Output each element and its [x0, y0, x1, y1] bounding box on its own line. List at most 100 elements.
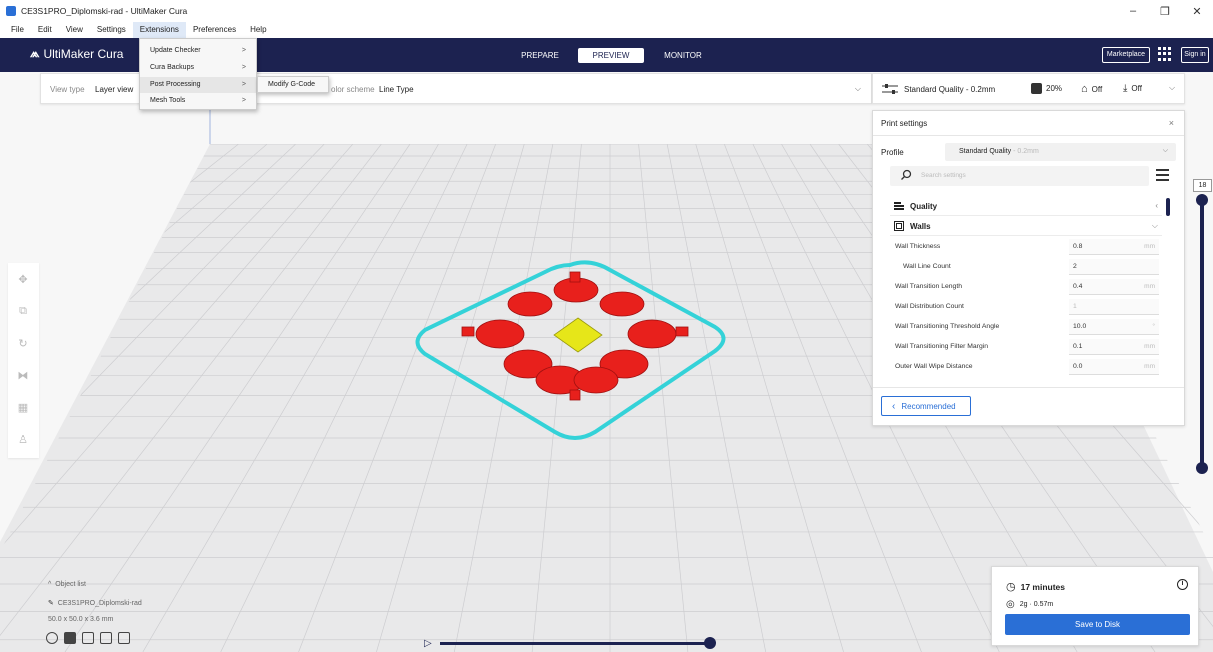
settings-visibility-menu-icon[interactable]	[1156, 169, 1169, 181]
tab-preview[interactable]: PREVIEW	[578, 48, 644, 63]
print-settings-title: Print settings	[881, 119, 928, 128]
category-walls[interactable]: Walls ⌵	[890, 217, 1162, 236]
setting-value-field[interactable]: 0.0 mm	[1069, 359, 1159, 375]
chevron-right-icon: >	[241, 81, 246, 88]
setting-name: Wall Distribution Count	[895, 303, 964, 310]
object-name-row[interactable]: ✎ CE3S1PRO_Diplomski-rad	[48, 599, 142, 607]
layer-slider-track[interactable]	[1200, 202, 1204, 467]
setting-name: Wall Thickness	[895, 243, 941, 250]
menu-item-post-processing[interactable]: Post Processing >	[140, 77, 256, 93]
save-to-disk-button[interactable]: Save to Disk	[1005, 614, 1190, 635]
chevron-right-icon: >	[241, 64, 246, 71]
category-label: Quality	[910, 202, 938, 211]
setting-row: Wall Transitioning Threshold Angle 10.0 °	[895, 317, 1161, 337]
adhesion-icon: ⤓	[1123, 83, 1128, 94]
infill-value: 20%	[1046, 84, 1063, 93]
marketplace-button[interactable]: Marketplace	[1102, 47, 1150, 63]
move-tool-icon[interactable]: ✥	[15, 271, 31, 287]
info-icon[interactable]: i	[1177, 579, 1188, 590]
category-quality[interactable]: Quality ‹	[890, 197, 1162, 216]
tool-panel: ✥ ⧉ ↻ ⧓ ▦ ♙	[8, 263, 39, 458]
menu-item-mesh-tools[interactable]: Mesh Tools >	[140, 93, 256, 109]
setting-value-field[interactable]: 0.8 mm	[1069, 239, 1159, 255]
close-window-button[interactable]: ✕	[1181, 0, 1213, 22]
current-layer-field[interactable]: 18	[1193, 179, 1212, 192]
path-slider-track[interactable]	[440, 642, 710, 645]
rotate-tool-icon[interactable]: ↻	[15, 335, 31, 351]
chevron-left-icon: ‹	[1155, 201, 1158, 210]
category-label: Walls	[910, 222, 931, 231]
right-view-icon[interactable]	[118, 632, 130, 644]
left-view-icon[interactable]	[100, 632, 112, 644]
menu-extensions[interactable]: Extensions	[132, 22, 186, 38]
color-scheme-label: olor scheme	[331, 85, 375, 94]
support-blocker-icon[interactable]: ♙	[15, 431, 31, 447]
tab-prepare[interactable]: PREPARE	[520, 48, 560, 63]
print-setup-bar[interactable]: Standard Quality - 0.2mm 20% ⌂ Off ⤓ Off…	[872, 73, 1185, 104]
object-name: CE3S1PRO_Diplomski-rad	[57, 600, 142, 607]
object-list-toggle[interactable]: ^ Object list	[48, 581, 86, 588]
apps-grid-icon[interactable]	[1158, 47, 1172, 61]
mirror-tool-icon[interactable]: ⧓	[15, 367, 31, 383]
cura-app-icon	[6, 6, 16, 16]
chevron-down-icon[interactable]: ⌵	[1169, 83, 1175, 93]
chevron-down-icon[interactable]: ⌵	[855, 84, 861, 94]
setting-value-field[interactable]: 0.4 mm	[1069, 279, 1159, 295]
menu-preferences[interactable]: Preferences	[186, 22, 243, 38]
maximize-button[interactable]: ❐	[1149, 0, 1181, 22]
minimize-button[interactable]: –	[1117, 0, 1149, 22]
menu-item-label: Update Checker	[150, 47, 201, 54]
close-icon[interactable]: ×	[1169, 118, 1174, 128]
color-scheme-select[interactable]: Line Type	[379, 85, 414, 94]
profile-select[interactable]: Standard Quality - 0.2mm ⌵	[945, 143, 1176, 161]
menu-item-label: Post Processing	[150, 81, 201, 88]
window-title: CE3S1PRO_Diplomski-rad - UltiMaker Cura	[21, 6, 188, 16]
scale-tool-icon[interactable]: ⧉	[15, 303, 31, 319]
material-usage: 2g · 0.57m	[1019, 601, 1054, 608]
front-view-icon[interactable]	[64, 632, 76, 644]
setting-unit: mm	[1144, 343, 1155, 350]
divider	[873, 387, 1184, 388]
setting-value-field[interactable]: 2	[1069, 259, 1159, 275]
recommended-mode-button[interactable]: ‹ Recommended	[881, 396, 971, 416]
view-type-select[interactable]: Layer view	[95, 85, 133, 94]
setting-value-field[interactable]: 1	[1069, 299, 1159, 315]
setting-value: 2	[1073, 263, 1077, 270]
path-slider-handle[interactable]	[704, 637, 716, 649]
chevron-right-icon: >	[241, 47, 246, 54]
camera-view-buttons	[46, 632, 130, 644]
setting-unit: mm	[1144, 243, 1155, 250]
tab-monitor[interactable]: MONITOR	[660, 48, 706, 63]
divider	[873, 135, 1184, 136]
pencil-icon: ✎	[48, 600, 54, 607]
menu-item-update-checker[interactable]: Update Checker >	[140, 43, 256, 59]
profile-value: Standard Quality	[959, 148, 1012, 155]
setting-row: Wall Transition Length 0.4 mm	[895, 277, 1161, 297]
search-settings-input[interactable]: Search settings	[890, 166, 1149, 186]
sign-in-button[interactable]: Sign in	[1181, 47, 1209, 63]
chevron-down-icon: ⌵	[1162, 147, 1168, 154]
menu-item-modify-gcode[interactable]: Modify G-Code	[257, 76, 329, 93]
3d-view-icon[interactable]	[46, 632, 58, 644]
setting-value-field[interactable]: 0.1 mm	[1069, 339, 1159, 355]
setting-name: Wall Line Count	[903, 263, 951, 270]
play-simulation-icon[interactable]: ▷	[424, 638, 432, 649]
menu-help[interactable]: Help	[243, 22, 273, 38]
recommended-label: Recommended	[901, 401, 956, 411]
chevron-left-icon: ‹	[892, 400, 896, 412]
menu-view[interactable]: View	[59, 22, 90, 38]
menu-file[interactable]: File	[4, 22, 31, 38]
menu-item-cura-backups[interactable]: Cura Backups >	[140, 60, 256, 76]
menu-settings[interactable]: Settings	[90, 22, 133, 38]
layer-slider-lower-handle[interactable]	[1196, 462, 1208, 474]
layer-slider-upper-handle[interactable]	[1196, 194, 1208, 206]
adhesion-value: Off	[1131, 84, 1142, 93]
setting-value-field[interactable]: 10.0 °	[1069, 319, 1159, 335]
setting-value: 1	[1073, 303, 1077, 310]
scrollbar[interactable]	[1166, 198, 1170, 216]
setting-row: Wall Distribution Count 1	[895, 297, 1161, 317]
menu-edit[interactable]: Edit	[31, 22, 59, 38]
per-model-settings-icon[interactable]: ▦	[15, 399, 31, 415]
setting-row: Outer Wall Wipe Distance 0.0 mm	[895, 357, 1161, 377]
top-view-icon[interactable]	[82, 632, 94, 644]
